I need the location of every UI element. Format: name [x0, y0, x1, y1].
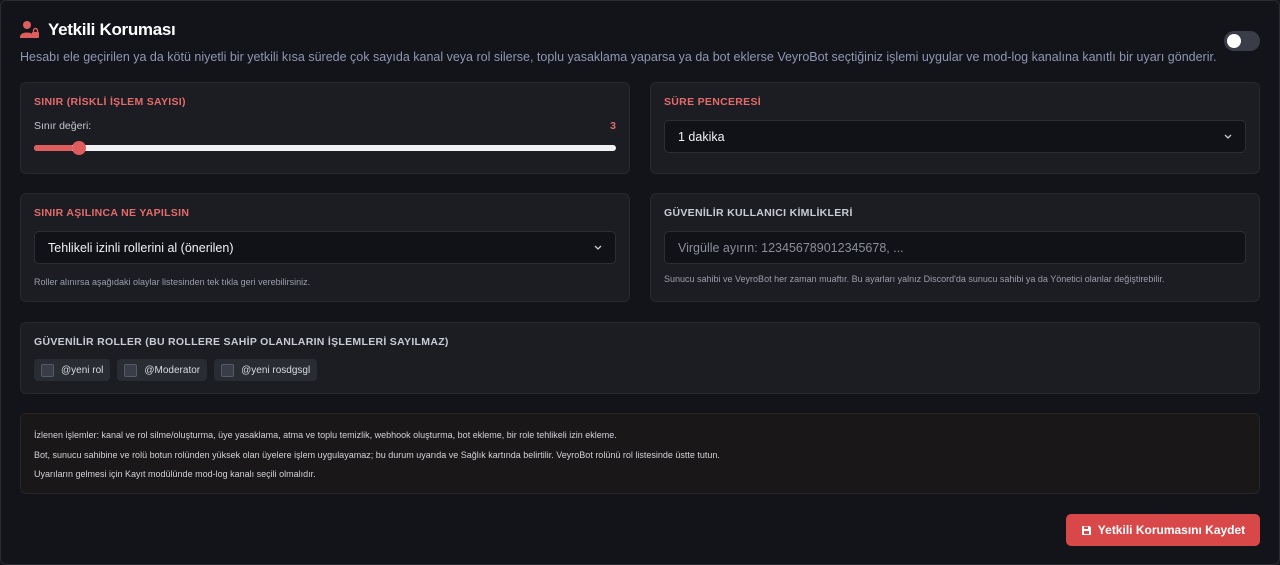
info-line: Uyarıların gelmesi için Kayıt modülünde …: [34, 469, 316, 479]
role-name: @yeni rol: [61, 364, 104, 376]
info-line: İzlenen işlemler: kanal ve rol silme/olu…: [34, 430, 617, 440]
user-lock-icon: [20, 21, 39, 38]
header: Yetkili Koruması Hesabı ele geçirilen ya…: [20, 20, 1260, 64]
window-label: SÜRE PENCERESİ: [664, 96, 761, 108]
limit-sub-label: Sınır değeri:: [34, 120, 92, 132]
title-row: Yetkili Koruması: [20, 20, 1260, 40]
action-select[interactable]: Tehlikeli izinli rollerini al (önerilen): [34, 231, 616, 264]
chevron-down-icon: [1224, 134, 1232, 139]
limit-value: 3: [610, 120, 616, 132]
info-box: İzlenen işlemler: kanal ve rol silme/olu…: [20, 413, 1260, 494]
trusted-users-placeholder: Virgülle ayırın: 123456789012345678, ...: [678, 240, 904, 255]
trusted-users-input[interactable]: Virgülle ayırın: 123456789012345678, ...: [664, 231, 1246, 264]
action-hint: Roller alınırsa aşağıdaki olaylar listes…: [34, 277, 311, 287]
action-card: SINIR AŞILINCA NE YAPILSIN Tehlikeli izi…: [20, 193, 630, 302]
window-select-value: 1 dakika: [678, 129, 725, 144]
limit-slider-thumb[interactable]: [71, 141, 86, 155]
limit-slider-fill: [34, 145, 72, 151]
role-name: @Moderator: [144, 364, 201, 376]
trusted-users-hint: Sunucu sahibi ve VeyroBot her zaman muaf…: [664, 274, 1165, 284]
info-line: Bot, sunucu sahibine ve rolü botun rolün…: [34, 450, 720, 460]
role-name: @yeni rosdgsgl: [241, 364, 311, 376]
limit-label: SINIR (RİSKLİ İŞLEM SAYISI): [34, 96, 186, 108]
window-select[interactable]: 1 dakika: [664, 120, 1246, 153]
checkbox[interactable]: [124, 363, 138, 377]
save-button[interactable]: Yetkili Korumasını Kaydet: [1066, 514, 1260, 546]
save-button-label: Yetkili Korumasını Kaydet: [1097, 523, 1246, 537]
trusted-users-card: GÜVENİLİR KULLANICI KİMLİKLERİ Virgülle …: [650, 193, 1260, 302]
action-select-value: Tehlikeli izinli rollerini al (önerilen): [48, 240, 234, 255]
enable-toggle[interactable]: [1224, 31, 1260, 51]
trusted-roles-label: GÜVENİLİR ROLLER (BU ROLLERE SAHİP OLANL…: [34, 336, 449, 348]
role-checkbox-item[interactable]: @yeni rosdgsgl: [214, 359, 318, 381]
toggle-knob: [1227, 34, 1241, 48]
action-label: SINIR AŞILINCA NE YAPILSIN: [34, 207, 190, 219]
chevron-down-icon: [594, 245, 602, 250]
trusted-roles-card: GÜVENİLİR ROLLER (BU ROLLERE SAHİP OLANL…: [20, 322, 1260, 394]
limit-card: SINIR (RİSKLİ İŞLEM SAYISI) Sınır değeri…: [20, 82, 630, 174]
page-description: Hesabı ele geçirilen ya da kötü niyetli …: [20, 50, 1217, 64]
checkbox[interactable]: [221, 363, 235, 377]
trusted-users-label: GÜVENİLİR KULLANICI KİMLİKLERİ: [664, 207, 853, 219]
floppy-disk-icon: [1081, 525, 1091, 535]
limit-slider-track[interactable]: [34, 145, 616, 151]
role-checkbox-item[interactable]: @yeni rol: [34, 359, 111, 381]
checkbox[interactable]: [41, 363, 54, 377]
trusted-roles-list: @yeni rol @Moderator @yeni rosdgsgl: [34, 359, 318, 381]
window-card: SÜRE PENCERESİ 1 dakika: [650, 82, 1260, 174]
page-title: Yetkili Koruması: [48, 20, 176, 39]
role-checkbox-item[interactable]: @Moderator: [117, 359, 208, 381]
